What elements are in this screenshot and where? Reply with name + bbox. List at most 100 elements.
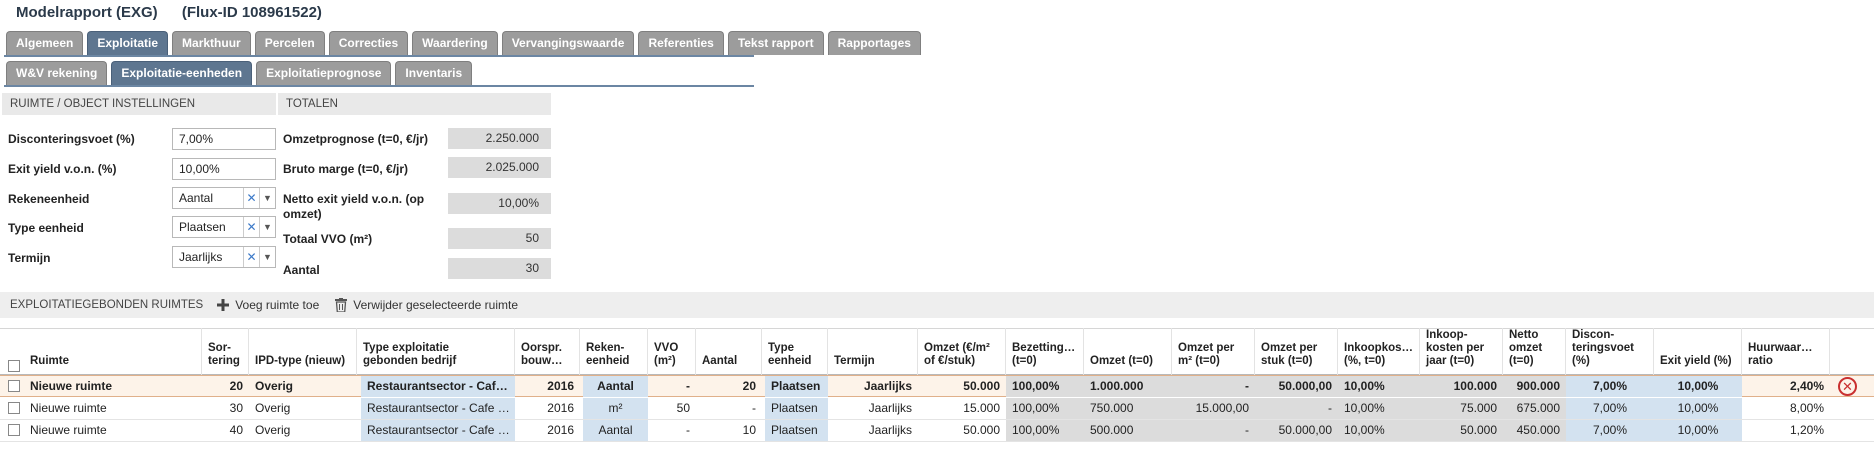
col-huurwaarde-ratio[interactable]: Huurwaar… ratio [1742, 328, 1830, 375]
cell-ipd-type[interactable]: Overig [249, 420, 357, 441]
row-checkbox[interactable] [8, 380, 20, 392]
cell-sortering[interactable]: 30 [202, 398, 249, 419]
row-checkbox[interactable] [8, 402, 20, 414]
cell-sortering[interactable]: 40 [202, 420, 249, 441]
cell-omzet[interactable]: 50.000 [918, 376, 1006, 397]
cell-exit-yield[interactable]: 10,00% [1654, 376, 1742, 397]
col-vvo[interactable]: VVO (m²) [648, 328, 696, 375]
cell-type-eenheid[interactable]: Plaatsen [765, 376, 828, 397]
cell-disconteringsvoet[interactable]: 7,00% [1566, 376, 1654, 397]
bruto-marge-label: Bruto marge (t=0, €/jr) [283, 162, 409, 176]
delete-row-icon[interactable]: ✕ [1838, 377, 1857, 396]
cell-disconteringsvoet[interactable]: 7,00% [1566, 398, 1654, 419]
clear-icon[interactable]: ✕ [243, 247, 259, 267]
tab-markthuur[interactable]: Markthuur [172, 31, 251, 55]
cell-disconteringsvoet[interactable]: 7,00% [1566, 420, 1654, 441]
disconteringsvoet-input[interactable] [172, 128, 276, 150]
cell-type-exploitatie[interactable]: Restaurantsector - Cafe … [361, 398, 515, 419]
col-ruimte[interactable]: Ruimte [24, 328, 202, 375]
chevron-down-icon[interactable]: ▼ [259, 217, 275, 237]
col-omzet-t0[interactable]: Omzet (t=0) [1084, 328, 1172, 375]
cell-vvo[interactable]: 50 [648, 398, 696, 419]
col-exit-yield[interactable]: Exit yield (%) [1654, 328, 1742, 375]
col-rekeneenheid[interactable]: Reken-eenheid [580, 328, 648, 375]
cell-sortering[interactable]: 20 [202, 376, 249, 397]
col-disconteringsvoet[interactable]: Discon-teringsvoet (%) [1566, 328, 1654, 375]
cell-type-eenheid[interactable]: Plaatsen [765, 398, 828, 419]
cell-omzet[interactable]: 50.000 [918, 420, 1006, 441]
cell-ruimte[interactable]: Nieuwe ruimte [24, 376, 202, 397]
table-row[interactable]: Nieuwe ruimte 20 Overig Restaurantsector… [0, 375, 1874, 397]
cell-aantal[interactable]: 10 [696, 420, 762, 441]
type-eenheid-select[interactable]: Plaatsen ✕ ▼ [172, 216, 276, 238]
cell-termijn[interactable]: Jaarlijks [828, 420, 918, 441]
col-inkoopkosten-jaar[interactable]: Inkoop-kosten per jaar (t=0) [1420, 328, 1503, 375]
col-netto-omzet[interactable]: Netto omzet (t=0) [1503, 328, 1566, 375]
tab-percelen[interactable]: Percelen [254, 31, 325, 55]
tab-vervangingswaarde[interactable]: Vervangingswaarde [501, 31, 635, 55]
cell-aantal[interactable]: 20 [696, 376, 762, 397]
tab-exploitatie-eenheden[interactable]: Exploitatie-eenheden [111, 61, 253, 85]
delete-ruimte-button[interactable]: Verwijder geselecteerde ruimte [335, 298, 518, 312]
table-row[interactable]: Nieuwe ruimte 40 Overig Restaurantsector… [0, 420, 1874, 442]
col-type-eenheid[interactable]: Type eenheid [762, 328, 828, 375]
cell-ruimte[interactable]: Nieuwe ruimte [24, 398, 202, 419]
cell-bouwjaar[interactable]: 2016 [515, 376, 580, 397]
cell-ipd-type[interactable]: Overig [249, 376, 357, 397]
tab-referenties[interactable]: Referenties [638, 31, 724, 55]
col-omzet-per-stuk[interactable]: Omzet per stuk (t=0) [1255, 328, 1338, 375]
cell-bouwjaar[interactable]: 2016 [515, 398, 580, 419]
tab-algemeen[interactable]: Algemeen [6, 31, 84, 55]
tab-rapportages[interactable]: Rapportages [827, 31, 921, 55]
col-ipd-type[interactable]: IPD-type (nieuw) [249, 328, 357, 375]
col-aantal[interactable]: Aantal [696, 328, 762, 375]
cell-exit-yield[interactable]: 10,00% [1654, 420, 1742, 441]
exit-yield-input[interactable] [172, 158, 276, 180]
col-omzet-per-m2[interactable]: Omzet per m² (t=0) [1172, 328, 1255, 375]
cell-aantal[interactable]: - [696, 398, 762, 419]
cell-termijn[interactable]: Jaarlijks [828, 398, 918, 419]
add-ruimte-button[interactable]: Voeg ruimte toe [217, 298, 319, 312]
tab-inventaris[interactable]: Inventaris [395, 61, 473, 85]
col-oorspr-bouwjaar[interactable]: Oorspr. bouw… [515, 328, 580, 375]
col-omzet[interactable]: Omzet (€/m² of €/stuk) [918, 328, 1006, 375]
cell-ruimte[interactable]: Nieuwe ruimte [24, 420, 202, 441]
row-checkbox[interactable] [8, 424, 20, 436]
tab-exploitatie[interactable]: Exploitatie [87, 31, 169, 55]
cell-rekeneenheid[interactable]: Aantal [583, 420, 648, 441]
cell-type-eenheid[interactable]: Plaatsen [765, 420, 828, 441]
clear-icon[interactable]: ✕ [243, 188, 259, 208]
cell-exit-yield[interactable]: 10,00% [1654, 398, 1742, 419]
col-termijn[interactable]: Termijn [828, 328, 918, 375]
cell-vvo[interactable]: - [648, 376, 696, 397]
tab-wv-rekening[interactable]: W&V rekening [6, 61, 108, 85]
cell-termijn[interactable]: Jaarlijks [828, 376, 918, 397]
col-sortering[interactable]: Sor-tering [202, 328, 249, 375]
rekeneenheid-value: Aantal [179, 191, 214, 205]
cell-rekeneenheid[interactable]: Aantal [583, 376, 648, 397]
col-type-exploitatie[interactable]: Type exploitatie gebonden bedrijf [357, 328, 515, 375]
cell-omzet-t0: 500.000 [1084, 420, 1172, 441]
cell-omzet[interactable]: 15.000 [918, 398, 1006, 419]
cell-bouwjaar[interactable]: 2016 [515, 420, 580, 441]
tab-tekst-rapport[interactable]: Tekst rapport [727, 31, 824, 55]
col-inkoopkosten-pct[interactable]: Inkoopkos… (%, t=0) [1338, 328, 1420, 375]
termijn-value: Jaarlijks [179, 250, 223, 264]
table-row[interactable]: Nieuwe ruimte 30 Overig Restaurantsector… [0, 398, 1874, 420]
col-bezetting[interactable]: Bezetting… (t=0) [1006, 328, 1084, 375]
tab-exploitatieprognose[interactable]: Exploitatieprognose [256, 61, 392, 85]
cell-vvo[interactable]: - [648, 420, 696, 441]
clear-icon[interactable]: ✕ [243, 217, 259, 237]
cell-huurwaarde-ratio: 1,20% [1789, 423, 1824, 437]
chevron-down-icon[interactable]: ▼ [259, 188, 275, 208]
termijn-select[interactable]: Jaarlijks ✕ ▼ [172, 246, 276, 268]
tab-correcties[interactable]: Correcties [328, 31, 409, 55]
cell-ipd-type[interactable]: Overig [249, 398, 357, 419]
cell-type-exploitatie[interactable]: Restaurantsector - Caf… [361, 376, 515, 397]
tab-waardering[interactable]: Waardering [412, 31, 498, 55]
cell-type-exploitatie[interactable]: Restaurantsector - Cafe … [361, 420, 515, 441]
select-all-checkbox[interactable] [8, 360, 20, 372]
cell-rekeneenheid[interactable]: m² [583, 398, 648, 419]
chevron-down-icon[interactable]: ▼ [259, 247, 275, 267]
rekeneenheid-select[interactable]: Aantal ✕ ▼ [172, 187, 276, 209]
